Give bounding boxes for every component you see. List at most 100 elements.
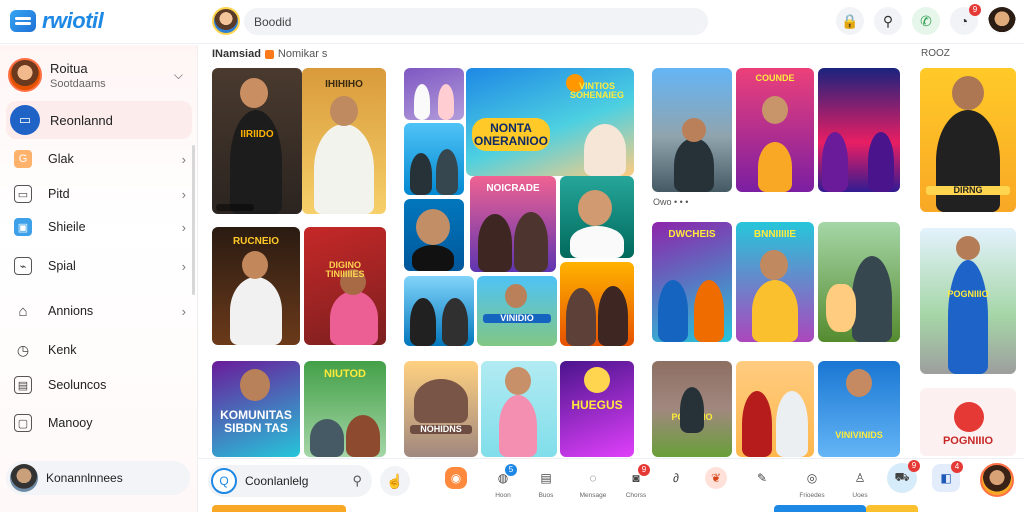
video-card[interactable]: POGNIIIO bbox=[920, 388, 1016, 456]
search-icon[interactable]: ⚲ bbox=[874, 7, 902, 35]
chevron-down-icon[interactable]: ⌵ bbox=[174, 68, 183, 83]
app-icon: ◧ 4 bbox=[932, 461, 963, 492]
sidebar-item-7[interactable]: ▤ Seoluncos bbox=[14, 373, 186, 397]
video-card[interactable] bbox=[652, 68, 732, 192]
bottom-item-2[interactable]: ◍ 5 Hoon bbox=[483, 464, 523, 499]
people-icon: ◎ bbox=[806, 471, 818, 485]
search-icon: Q bbox=[211, 468, 237, 494]
video-card[interactable]: BNNIIIIIE bbox=[736, 222, 814, 342]
card-title: NIUTOD bbox=[324, 368, 366, 380]
video-card[interactable]: DWCHEIS bbox=[652, 222, 732, 342]
sidebar-profile[interactable]: Roitua Sootdaams ⌵ bbox=[8, 55, 183, 95]
sidebar-bottom-user[interactable]: Konannlnnees bbox=[6, 461, 190, 495]
video-card[interactable]: COUNDE bbox=[736, 68, 814, 192]
bottom-item-label: Buos bbox=[538, 492, 554, 499]
video-card[interactable]: NOICRADE bbox=[470, 176, 556, 272]
bottom-item-11[interactable]: ⛟ 9 bbox=[882, 460, 922, 493]
lock-icon[interactable]: 🔒 bbox=[836, 7, 864, 35]
sidebar-item-3[interactable]: ▣ Shieile › bbox=[14, 215, 186, 239]
bottom-item-5[interactable]: ◙ 9 Chorss bbox=[616, 464, 656, 499]
search-input[interactable]: Boodid bbox=[244, 8, 708, 35]
bottom-item-label: Frioedes bbox=[799, 492, 825, 499]
chevron-right-icon: › bbox=[181, 303, 186, 319]
video-card[interactable]: POGNIIIO bbox=[652, 361, 732, 457]
bottom-item-8[interactable]: ✎ bbox=[742, 467, 782, 492]
chevron-right-icon: › bbox=[181, 186, 186, 202]
bottom-item-7[interactable]: ❦ bbox=[696, 467, 736, 492]
phone-icon[interactable]: ✆ bbox=[912, 7, 940, 35]
cart-icon: ⛟ 9 bbox=[887, 460, 920, 493]
notification-glyph: ◔ bbox=[959, 13, 969, 29]
avatar[interactable] bbox=[980, 463, 1014, 497]
hand-icon[interactable]: ☝ bbox=[380, 466, 410, 496]
video-card[interactable] bbox=[818, 222, 900, 342]
video-card[interactable]: NONTA ONERANIOO VINTIOS SOHENAIEG bbox=[466, 68, 634, 176]
sidebar-item-active[interactable]: ▭ Reonlannd bbox=[6, 101, 192, 139]
card-title: POGNIIIO bbox=[947, 289, 989, 299]
bottom-item-label: Mensage bbox=[579, 492, 607, 499]
video-card[interactable]: KOMUNITAS SIBDN TAS bbox=[212, 361, 300, 457]
sidebar-item-1[interactable]: G Glak › bbox=[14, 147, 186, 171]
video-card[interactable]: VINIDIO bbox=[477, 276, 557, 346]
notification-icon[interactable]: ◔ 9 bbox=[950, 4, 981, 35]
video-card[interactable]: DIGINO TINIIIIIES bbox=[304, 227, 386, 345]
video-card[interactable] bbox=[404, 276, 474, 346]
video-card[interactable] bbox=[560, 176, 634, 258]
video-card[interactable] bbox=[404, 68, 464, 120]
sidebar-item-label: Manooy bbox=[48, 416, 93, 430]
bottom-card-strip bbox=[212, 505, 346, 512]
clock-icon: ◷ bbox=[16, 341, 30, 358]
bottom-item-label: Chorss bbox=[625, 492, 647, 499]
bottom-item-12[interactable]: ◧ 4 bbox=[926, 461, 966, 492]
video-card[interactable]: NIUTOD bbox=[304, 361, 386, 457]
message-icon: ◌ bbox=[589, 471, 597, 485]
sidebar-scrollbar[interactable] bbox=[192, 145, 195, 295]
card-title: COUNDE bbox=[755, 73, 795, 83]
lock-glyph: 🔒 bbox=[841, 12, 859, 29]
video-card[interactable]: POGNIIIO bbox=[920, 228, 1016, 374]
sidebar-item-8[interactable]: ▢ Manooy bbox=[14, 411, 186, 435]
sidebar-item-label: Annions bbox=[48, 304, 94, 318]
video-card[interactable] bbox=[404, 199, 464, 271]
video-card[interactable]: VINIVINIDS bbox=[818, 361, 900, 457]
card-title: DIRNG bbox=[926, 185, 1010, 196]
top-actions: 🔒 ⚲ ✆ ◔ 9 bbox=[836, 4, 1016, 35]
bottom-item-3[interactable]: ▤ Buos bbox=[526, 467, 566, 499]
sidebar-item-2[interactable]: ▭ Pitd › bbox=[14, 182, 186, 206]
video-card[interactable] bbox=[818, 68, 900, 192]
video-card[interactable]: IIRIIDO bbox=[212, 68, 302, 214]
profile-name: Roitua bbox=[50, 60, 88, 76]
tag-icon: ⌁ bbox=[14, 257, 32, 275]
cart-glyph: ⛟ bbox=[894, 470, 910, 484]
video-card[interactable] bbox=[560, 262, 634, 346]
bottom-item-1[interactable]: ◉ bbox=[436, 467, 476, 492]
inbox-icon: ▭ bbox=[10, 105, 40, 135]
app-logo[interactable]: rwiotil bbox=[10, 8, 104, 34]
settings-icon[interactable]: ⚲ bbox=[352, 473, 362, 489]
sidebar-item-label: Pitd bbox=[48, 187, 70, 201]
video-card[interactable] bbox=[736, 361, 814, 457]
sidebar-item-4[interactable]: ⌁ Spial › bbox=[14, 254, 186, 278]
video-card[interactable]: HUEGUS bbox=[560, 361, 634, 457]
sidebar-item-6[interactable]: ◷ Kenk bbox=[14, 338, 186, 362]
video-card[interactable]: NOHIDNS bbox=[404, 361, 478, 457]
avatar bbox=[10, 464, 38, 492]
bottom-item-9[interactable]: ◎ Frioedes bbox=[792, 467, 832, 499]
bottom-item-6[interactable]: ∂ bbox=[656, 467, 696, 492]
video-card[interactable]: DIRNG bbox=[920, 68, 1016, 212]
video-card[interactable] bbox=[404, 123, 464, 195]
sidebar-item-5[interactable]: ⌂ Annions › bbox=[14, 299, 186, 323]
bottom-item-10[interactable]: ♙ Uoes bbox=[840, 467, 880, 499]
video-card[interactable]: IHIHIHO bbox=[302, 68, 386, 214]
video-card[interactable]: RUCNEIO bbox=[212, 227, 300, 345]
feed-title: INamsiad bbox=[212, 48, 261, 60]
bottom-item-4[interactable]: ◌ Mensage bbox=[573, 467, 613, 499]
profile-avatar-button[interactable] bbox=[988, 7, 1016, 35]
video-card[interactable] bbox=[481, 361, 557, 457]
search-glyph: ⚲ bbox=[882, 12, 894, 29]
sidebar-item-label: Reonlannd bbox=[50, 112, 113, 128]
current-user-avatar[interactable] bbox=[212, 7, 240, 35]
bottom-search-input[interactable]: Q Coonlanlelg ⚲ bbox=[208, 465, 372, 497]
chat-badge: 5 bbox=[505, 464, 517, 476]
sidebar-item-label: Seoluncos bbox=[48, 378, 107, 392]
